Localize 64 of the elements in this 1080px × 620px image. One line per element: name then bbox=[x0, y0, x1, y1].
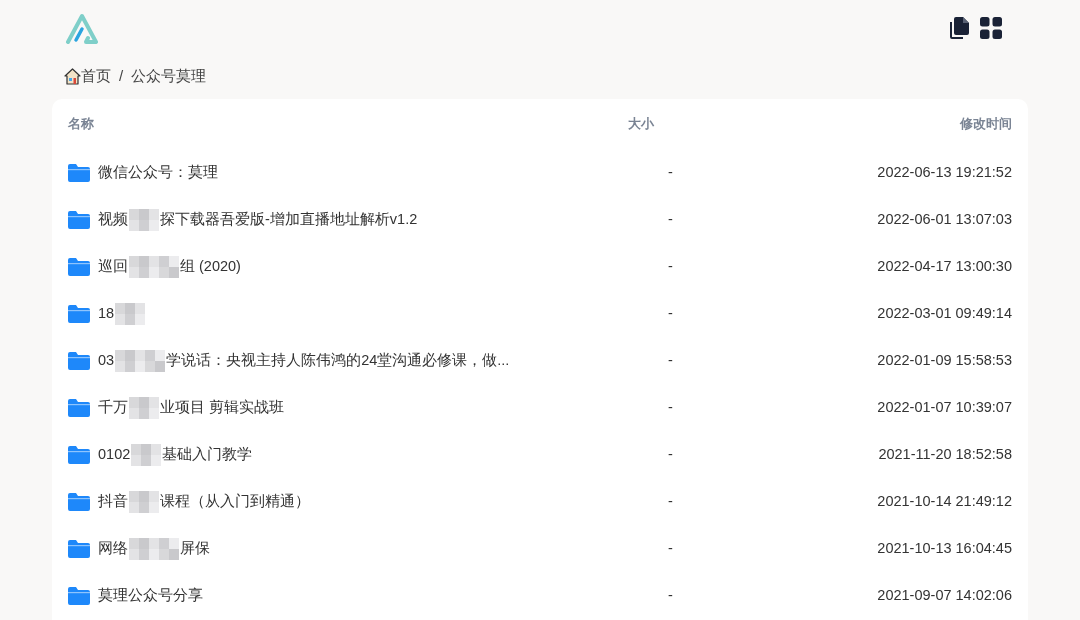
pixelated-patch bbox=[115, 349, 166, 372]
folder-name: 学说话：央视主持人陈伟鸿的24堂沟通必修课，做... bbox=[166, 350, 510, 370]
folder-name: 屏保 bbox=[180, 538, 210, 558]
pixelated-patch bbox=[129, 208, 159, 231]
modified-time: 2021-09-07 14:02:06 bbox=[877, 585, 1012, 605]
folder-icon bbox=[68, 445, 90, 464]
folder-name: 抖音 bbox=[98, 491, 128, 511]
pixelated-patch bbox=[131, 443, 162, 466]
file-size: - bbox=[668, 162, 674, 182]
modified-time: 2021-11-20 18:52:58 bbox=[878, 444, 1012, 464]
modified-time: 2022-04-17 13:00:30 bbox=[877, 256, 1012, 276]
modified-time: 2022-03-01 09:49:14 bbox=[877, 303, 1012, 323]
folder-name: 0102 bbox=[98, 444, 131, 464]
pixelated-patch bbox=[129, 537, 179, 560]
file-size: - bbox=[668, 256, 674, 276]
folder-icon bbox=[68, 539, 90, 558]
file-size: - bbox=[668, 397, 674, 417]
column-header[interactable]: 大小 bbox=[628, 114, 728, 134]
folder-icon bbox=[68, 398, 90, 417]
pixelated-patch bbox=[129, 396, 159, 419]
breadcrumb-link[interactable]: 公众号莫理 bbox=[131, 64, 207, 88]
modified-time: 2022-06-13 19:21:52 bbox=[877, 162, 1012, 182]
pixelated-patch bbox=[129, 255, 179, 278]
folder-icon bbox=[68, 163, 90, 182]
file-size: - bbox=[668, 538, 674, 558]
grid-icon[interactable] bbox=[980, 17, 1002, 39]
folder-name: 千万 bbox=[98, 397, 128, 417]
folder-name: 视频 bbox=[98, 209, 128, 229]
folder-icon bbox=[68, 210, 90, 229]
folder-name: 03 bbox=[98, 350, 115, 370]
folder-name: 基础入门教学 bbox=[162, 444, 253, 464]
file-size: - bbox=[668, 303, 674, 323]
folder-name: 网络 bbox=[98, 538, 128, 558]
modified-time: 2021-10-13 16:04:45 bbox=[877, 538, 1012, 558]
breadcrumb-link[interactable]: 首页 bbox=[81, 64, 111, 88]
file-size: - bbox=[668, 350, 674, 370]
house-icon bbox=[64, 67, 81, 85]
modified-time: 2021-10-14 21:49:12 bbox=[877, 491, 1012, 511]
folder-icon bbox=[68, 586, 90, 605]
folder-icon bbox=[68, 492, 90, 511]
file-size: - bbox=[668, 209, 674, 229]
file-size: - bbox=[668, 585, 674, 605]
folder-name: 探下载器吾爱版-增加直播地址解析v1.2 bbox=[160, 209, 418, 229]
folder-icon bbox=[68, 351, 90, 370]
column-header[interactable]: 修改时间 bbox=[960, 114, 1012, 134]
copy-icon[interactable] bbox=[950, 17, 970, 39]
pixelated-patch bbox=[129, 490, 159, 513]
folder-name: 课程（从入门到精通） bbox=[160, 491, 310, 511]
folder-name: 微信公众号：莫理 bbox=[98, 162, 218, 182]
column-header[interactable]: 名称 bbox=[68, 114, 628, 134]
logo-icon bbox=[64, 12, 100, 44]
modified-time: 2022-06-01 13:07:03 bbox=[877, 209, 1012, 229]
file-size: - bbox=[668, 491, 674, 511]
folder-name: 业项目 剪辑实战班 bbox=[160, 397, 285, 417]
folder-icon bbox=[68, 257, 90, 276]
folder-name: 莫理公众号分享 bbox=[98, 585, 203, 605]
file-size: - bbox=[668, 444, 674, 464]
modified-time: 2022-01-07 10:39:07 bbox=[877, 397, 1012, 417]
modified-time: 2022-01-09 15:58:53 bbox=[877, 350, 1012, 370]
folder-name: 巡回 bbox=[98, 256, 128, 276]
folder-name: 18 bbox=[98, 303, 115, 323]
folder-icon bbox=[68, 304, 90, 323]
folder-name: 组 (2020) bbox=[180, 256, 241, 276]
breadcrumb-separator: / bbox=[119, 65, 124, 86]
